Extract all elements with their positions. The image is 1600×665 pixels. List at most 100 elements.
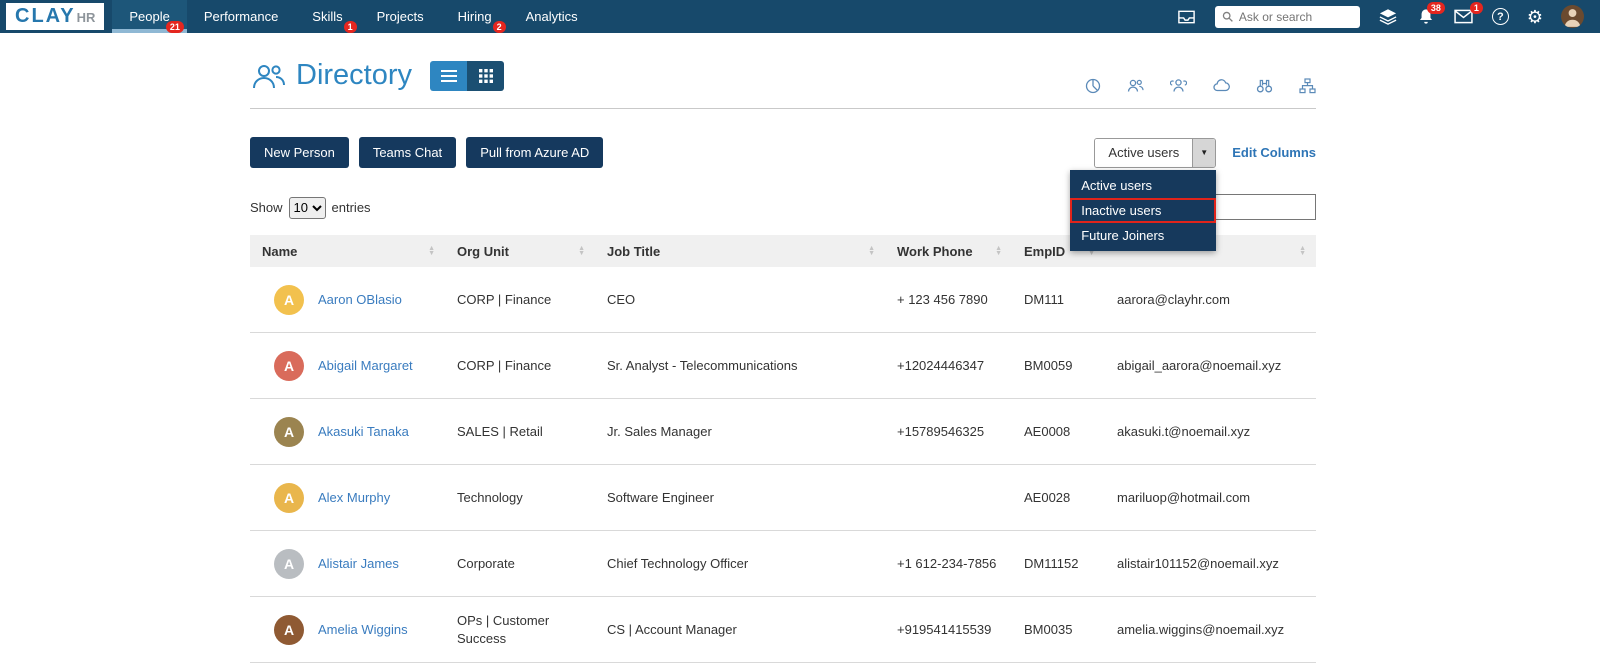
person-name-link[interactable]: Abigail Margaret	[318, 358, 413, 373]
nav-item-projects[interactable]: Projects	[360, 0, 441, 33]
table-row: A Abigail Margaret CORP | Finance Sr. An…	[250, 333, 1316, 399]
email-cell: akasuki.t@noemail.xyz	[1117, 423, 1251, 439]
nav-item-people[interactable]: People 21	[112, 0, 187, 33]
work-phone-cell: +12024446347	[897, 357, 985, 373]
chevron-down-icon[interactable]: ▼	[1192, 138, 1216, 167]
org-unit-cell: CORP | Finance	[457, 357, 552, 373]
avatar[interactable]: A	[274, 416, 304, 447]
table-row: A Aaron OBlasio CORP | Finance CEO + 123…	[250, 267, 1316, 333]
header-job-title[interactable]: Job Title ▲ ▼	[595, 235, 885, 267]
settings-gear-icon[interactable]: ⚙	[1527, 8, 1543, 26]
nav-label: Projects	[376, 9, 424, 24]
avatar[interactable]: A	[274, 350, 304, 381]
list-view-button[interactable]	[430, 60, 468, 91]
org-unit-cell: SALES | Retail	[457, 423, 543, 439]
nav-label: Hiring	[457, 9, 492, 24]
main-nav: People 21 Performance Skills 1 Projects …	[112, 0, 594, 33]
avatar[interactable]: A	[274, 548, 304, 579]
avatar[interactable]: A	[274, 614, 304, 645]
show-label: Show	[250, 200, 283, 215]
nav-item-skills[interactable]: Skills 1	[295, 0, 359, 33]
skills-count-badge: 1	[343, 21, 357, 33]
job-title-cell: Jr. Sales Manager	[607, 423, 712, 439]
edit-columns-link[interactable]: Edit Columns	[1232, 145, 1316, 160]
nav-item-analytics[interactable]: Analytics	[509, 0, 595, 33]
directory-header: Directory	[250, 53, 1316, 98]
help-icon[interactable]: ?	[1491, 8, 1509, 25]
team-members-icon[interactable]	[1127, 78, 1144, 94]
sort-icon: ▲▼	[428, 244, 435, 257]
person-name-link[interactable]: Alex Murphy	[318, 490, 390, 505]
email-cell: mariluop@hotmail.com	[1117, 489, 1251, 505]
org-chart-icon[interactable]	[1299, 78, 1316, 94]
header-label: Name	[262, 243, 298, 259]
pie-chart-icon[interactable]	[1085, 78, 1101, 94]
grid-view-button[interactable]	[467, 60, 505, 91]
page-title: Directory	[296, 59, 413, 91]
new-person-button[interactable]: New Person	[250, 137, 349, 168]
user-filter-value: Active users	[1095, 138, 1193, 167]
avatar[interactable]: A	[274, 482, 304, 513]
user-avatar[interactable]	[1561, 5, 1584, 28]
cloud-icon[interactable]	[1213, 78, 1230, 94]
page-size-select[interactable]: 10	[288, 196, 326, 219]
menu-item-inactive-users[interactable]: Inactive users	[1070, 197, 1217, 223]
header-org-unit[interactable]: Org Unit ▲ ▼	[445, 235, 595, 267]
nav-label: Skills	[312, 9, 343, 24]
sort-icon: ▲▼	[578, 244, 585, 257]
email-cell: amelia.wiggins@noemail.xyz	[1117, 621, 1285, 637]
inbox-tray-icon[interactable]	[1177, 7, 1197, 27]
header-divider	[250, 108, 1316, 109]
table-row: A Alistair James Corporate Chief Technol…	[250, 531, 1316, 597]
actions-toolbar: New Person Teams Chat Pull from Azure AD…	[250, 137, 1316, 251]
notifications-bell-icon[interactable]: 38	[1416, 1, 1445, 27]
header-label: Job Title	[607, 243, 661, 259]
logo-text-main: CLAY	[15, 5, 76, 27]
job-title-cell: Sr. Analyst - Telecommunications	[607, 357, 798, 373]
view-toggle	[430, 60, 505, 91]
global-search-input[interactable]	[1238, 9, 1354, 24]
messages-envelope-icon[interactable]: 1	[1454, 1, 1483, 27]
menu-item-future-joiners[interactable]: Future Joiners	[1070, 223, 1216, 248]
job-title-cell: Software Engineer	[607, 489, 714, 505]
user-filter-dropdown[interactable]: Active users ▼	[1094, 137, 1217, 168]
table-row: A Amelia Wiggins OPs | Customer Success …	[250, 597, 1316, 663]
user-filter-menu: Active users Inactive users Future Joine…	[1070, 169, 1217, 251]
avatar[interactable]: A	[274, 284, 304, 315]
work-phone-cell: +15789546325	[897, 423, 985, 439]
directory-page: Directory New Person Teams Chat Pull fro…	[250, 53, 1316, 663]
work-phone-cell	[885, 490, 1012, 506]
person-name-link[interactable]: Akasuki Tanaka	[318, 424, 409, 439]
nav-item-performance[interactable]: Performance	[187, 0, 295, 33]
clayhr-logo[interactable]: CLAY HR	[6, 3, 105, 30]
sort-icon: ▲▼	[1299, 244, 1306, 257]
empid-cell: DM11152	[1024, 555, 1079, 571]
empid-cell: DM111	[1024, 291, 1064, 307]
job-title-cell: CS | Account Manager	[607, 621, 737, 637]
menu-item-active-users[interactable]: Active users	[1070, 173, 1216, 198]
person-name-link[interactable]: Aaron OBlasio	[318, 292, 402, 307]
user-filter-wrap: Active users ▼ Active users Inactive use…	[1070, 137, 1217, 251]
nav-label: People	[129, 9, 170, 24]
email-cell: abigail_aarora@noemail.xyz	[1117, 357, 1282, 373]
nav-label: Analytics	[525, 9, 578, 24]
binoculars-icon[interactable]	[1256, 78, 1273, 94]
pull-azure-ad-button[interactable]: Pull from Azure AD	[466, 137, 604, 168]
header-work-phone[interactable]: Work Phone ▲ ▼	[885, 235, 1012, 267]
top-navigation-bar: CLAY HR People 21 Performance Skills 1 P…	[0, 0, 1600, 33]
work-phone-cell: + 123 456 7890	[897, 291, 988, 307]
nav-label: Performance	[203, 9, 279, 24]
person-name-link[interactable]: Alistair James	[318, 556, 399, 571]
person-name-link[interactable]: Amelia Wiggins	[318, 622, 408, 637]
modules-stack-icon[interactable]	[1378, 7, 1398, 27]
header-name[interactable]: Name ▲ ▼	[250, 235, 445, 267]
job-title-cell: Chief Technology Officer	[607, 555, 749, 571]
empid-cell: BM0059	[1024, 357, 1073, 373]
nav-item-hiring[interactable]: Hiring 2	[441, 0, 509, 33]
search-icon	[1221, 10, 1234, 23]
name-cell: A Abigail Margaret	[250, 343, 445, 389]
name-cell: A Alistair James	[250, 541, 445, 587]
teams-chat-button[interactable]: Teams Chat	[358, 137, 457, 168]
sort-icon: ▲▼	[995, 244, 1002, 257]
people-group-icon[interactable]	[1170, 78, 1187, 94]
